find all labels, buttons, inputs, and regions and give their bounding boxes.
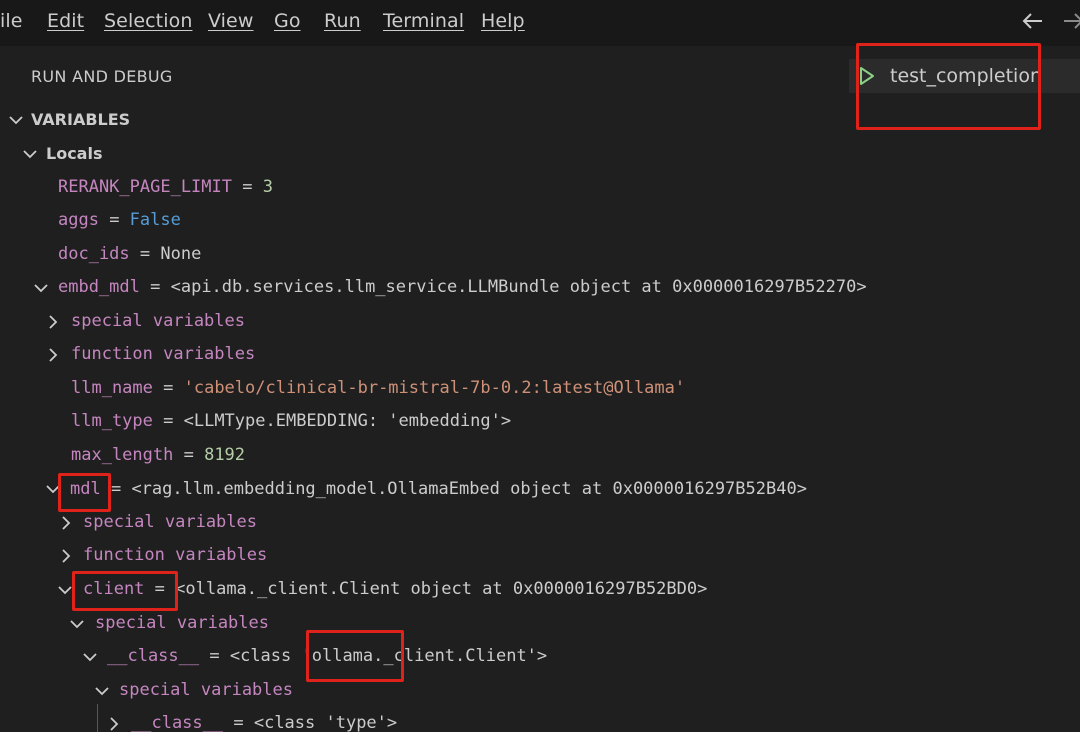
variable-value: None [160,244,202,264]
variable-name: aggs [58,210,99,230]
menu-edit-label: Edit [47,10,85,32]
highlight-box-class-module [306,630,404,682]
menu-selection[interactable]: Selection [104,10,192,32]
equals-sign: = [199,646,230,666]
chevron-down-icon[interactable] [34,280,48,294]
chevron-right-icon[interactable] [107,716,121,731]
equals-sign: = [129,244,161,264]
variable-group-row[interactable]: function variables [83,540,267,570]
equals-sign: = [152,411,184,431]
variable-group-label: special variables [71,311,245,331]
chevron-down-icon[interactable] [70,616,84,630]
variable-name: RERANK_PAGE_LIMIT [58,177,232,197]
variable-name: max_length [71,445,174,465]
variable-value: 8192 [204,445,246,465]
chevron-down-icon[interactable] [95,683,109,697]
menu-terminal-label: Terminal [383,10,465,32]
forward-arrow-icon[interactable] [1062,8,1080,40]
menu-view-label: View [208,10,254,32]
variable-group-row[interactable]: special variables [83,507,257,537]
variable-group-label: special variables [95,613,269,633]
menu-run-label: Run [324,10,361,32]
chevron-right-icon[interactable] [59,515,73,530]
chevron-right-icon[interactable] [59,548,73,563]
variable-value: False [129,210,181,230]
chevron-right-icon[interactable] [46,314,60,329]
variables-section-header[interactable]: VARIABLES [31,110,130,129]
chevron-down-icon[interactable] [8,112,24,128]
equals-sign: = [232,177,263,197]
chevron-down-icon[interactable] [22,146,38,162]
variable-group-label: function variables [83,545,268,565]
equals-sign: = [152,378,184,398]
menu-go[interactable]: Go [274,10,301,32]
panel-title: RUN AND DEBUG [31,67,173,86]
variable-name: llm_type [71,411,153,431]
variable-group-row[interactable]: special variables [95,608,269,638]
equals-sign: = [173,445,205,465]
variable-group-label: special variables [83,512,257,532]
variable-group-row[interactable]: function variables [71,339,255,369]
variable-value: 'cabelo/clinical-br-mistral-7b-0.2:lates… [183,378,686,398]
variable-group-label: function variables [71,344,256,364]
highlight-box-client [72,571,178,611]
variable-value: <class 'type'> [253,713,398,732]
variable-row[interactable]: RERANK_PAGE_LIMIT = 3 [58,172,273,202]
variable-value: <ollama._client.Client object at 0x00000… [175,579,708,599]
menu-run[interactable]: Run [324,10,361,32]
menu-selection-label: Selection [104,10,193,32]
variable-row[interactable]: aggs = False [58,205,181,235]
variable-row[interactable]: mdl = <rag.llm.embedding_model.OllamaEmb… [70,474,807,504]
menu-help-label: Help [481,10,525,32]
chevron-down-icon[interactable] [83,649,97,663]
menu-terminal[interactable]: Terminal [383,10,464,32]
equals-sign: = [223,713,254,732]
variable-row[interactable]: doc_ids = None [58,239,201,269]
equals-sign: = [98,210,130,230]
variable-group-row[interactable]: special variables [71,306,245,336]
locals-scope-header[interactable]: Locals [46,144,102,163]
highlight-box-config [856,43,1041,130]
equals-sign: = [139,277,171,297]
variable-row[interactable]: embd_mdl = <api.db.services.llm_service.… [58,272,867,302]
variable-value: 3 [262,177,273,197]
menu-view[interactable]: View [208,10,254,32]
chevron-down-icon[interactable] [58,582,72,596]
variable-row[interactable]: __class__ = <class 'type'> [131,708,397,732]
variable-name: __class__ [131,713,224,732]
variable-name: llm_name [71,378,153,398]
menu-edit[interactable]: Edit [47,10,84,32]
variable-group-label: special variables [119,680,293,700]
variable-name: embd_mdl [58,277,140,297]
variable-value-suffix: _client.Client'> [383,646,548,666]
variable-value: <rag.llm.embedding_model.OllamaEmbed obj… [131,479,807,499]
variable-group-row[interactable]: special variables [119,675,293,705]
back-arrow-icon[interactable] [1020,8,1046,40]
variable-name: doc_ids [58,244,130,264]
variable-row[interactable]: llm_name = 'cabelo/clinical-br-mistral-7… [71,373,685,403]
variable-value-prefix: <class [229,646,302,666]
variable-row[interactable]: llm_type = <LLMType.EMBEDDING: 'embeddin… [71,406,511,436]
menu-go-label: Go [274,10,301,32]
variable-value: <LLMType.EMBEDDING: 'embedding'> [183,411,512,431]
menu-file[interactable]: ile [0,10,23,32]
chevron-right-icon[interactable] [46,347,60,362]
variable-name: __class__ [107,646,200,666]
indent-guide [97,704,98,732]
variable-row[interactable]: max_length = 8192 [71,440,245,470]
variable-value: <api.db.services.llm_service.LLMBundle o… [170,277,867,297]
menu-bar: ile Edit Selection View Go Run Terminal … [0,0,1080,46]
menu-help[interactable]: Help [481,10,525,32]
